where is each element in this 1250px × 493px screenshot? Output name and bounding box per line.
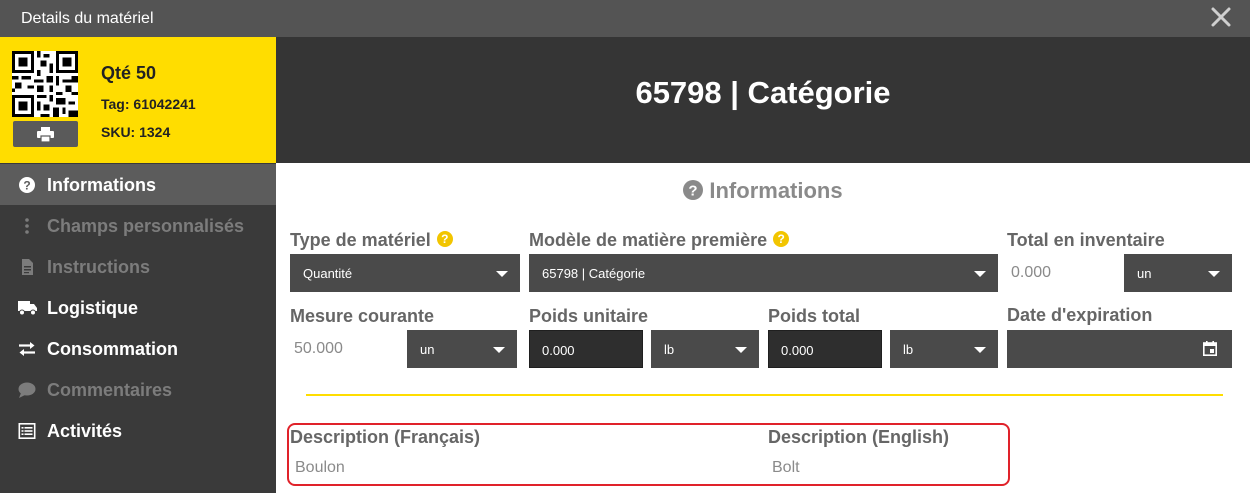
chevron-down-icon bbox=[496, 271, 508, 277]
sidebar-item-label: Consommation bbox=[47, 339, 179, 359]
summary-card: Qté 50 Tag: 61042241 SKU: 1324 bbox=[0, 37, 276, 163]
vertical-dots-icon bbox=[25, 218, 29, 234]
mesure-courante-unit: un bbox=[420, 342, 435, 357]
page-header: 65798 | Catégorie bbox=[276, 37, 1250, 163]
sidebar-item-instructions[interactable]: Instructions bbox=[0, 246, 276, 287]
sidebar-item-label: Commentaires bbox=[47, 380, 173, 400]
quantity-label: Qté 50 bbox=[101, 63, 157, 83]
mesure-courante-value: 50.000 bbox=[294, 340, 343, 357]
question-circle-icon: ? bbox=[19, 177, 35, 193]
chevron-down-icon bbox=[974, 347, 986, 353]
printer-icon bbox=[37, 127, 54, 142]
help-icon[interactable]: ? bbox=[773, 231, 790, 247]
question-circle-icon: ? bbox=[683, 180, 704, 200]
window-titlebar: Details du matériel bbox=[0, 0, 1250, 37]
qr-code-icon bbox=[12, 51, 78, 117]
description-en-field[interactable]: Bolt bbox=[772, 459, 800, 477]
sidebar-item-champs-personnalises[interactable]: Champs personnalisés bbox=[0, 205, 276, 246]
exchange-arrows-icon bbox=[19, 342, 35, 356]
tag-label: Tag: 61042241 bbox=[101, 96, 196, 112]
poids-total-input[interactable]: 0.000 bbox=[768, 330, 882, 368]
description-fr-field[interactable]: Boulon bbox=[295, 459, 345, 477]
page-title: 65798 | Catégorie bbox=[635, 75, 891, 110]
date-expiration-label: Date d'expiration bbox=[1007, 305, 1153, 325]
description-en-label: Description (English) bbox=[768, 427, 950, 447]
comment-icon bbox=[18, 382, 36, 398]
date-expiration-input[interactable] bbox=[1007, 330, 1232, 368]
sidebar-item-label: Informations bbox=[47, 175, 157, 195]
poids-total-value: 0.000 bbox=[781, 343, 814, 358]
details-panel: ? Informations Type de matériel? Modèle … bbox=[276, 163, 1250, 493]
calendar-icon[interactable] bbox=[1203, 341, 1217, 356]
total-inventaire-label: Total en inventaire bbox=[1007, 230, 1165, 250]
chevron-down-icon bbox=[735, 347, 747, 353]
sidebar-item-informations[interactable]: ? Informations bbox=[0, 164, 276, 205]
sidebar-item-consommation[interactable]: Consommation bbox=[0, 328, 276, 369]
type-materiel-label: Type de matériel? bbox=[290, 230, 453, 251]
sidebar-item-commentaires[interactable]: Commentaires bbox=[0, 369, 276, 410]
chevron-down-icon bbox=[493, 347, 505, 353]
sidebar: Qté 50 Tag: 61042241 SKU: 1324 ? Informa… bbox=[0, 37, 276, 493]
poids-unitaire-unit: lb bbox=[664, 342, 675, 357]
modele-matiere-value: 65798 | Catégorie bbox=[542, 266, 646, 281]
help-icon[interactable]: ? bbox=[436, 231, 453, 247]
total-inventaire-value: 0.000 bbox=[1011, 264, 1052, 281]
svg-text:?: ? bbox=[23, 179, 30, 193]
poids-total-unit-select[interactable]: lb bbox=[890, 330, 998, 368]
chevron-down-icon bbox=[974, 271, 986, 277]
type-materiel-select[interactable]: Quantité bbox=[290, 254, 520, 292]
type-materiel-label-text: Type de matériel bbox=[290, 230, 431, 250]
sidebar-item-label: Activités bbox=[47, 421, 123, 441]
section-title: ? Informations bbox=[276, 178, 1250, 204]
total-inventaire-unit: un bbox=[1137, 266, 1152, 281]
truck-icon bbox=[18, 301, 37, 316]
mesure-courante-unit-select[interactable]: un bbox=[407, 330, 517, 368]
sidebar-item-label: Instructions bbox=[47, 257, 151, 277]
modele-matiere-label: Modèle de matière première? bbox=[529, 230, 790, 251]
close-icon[interactable] bbox=[1210, 6, 1232, 28]
total-inventaire-unit-select[interactable]: un bbox=[1124, 254, 1232, 292]
modele-matiere-select[interactable]: 65798 | Catégorie bbox=[529, 254, 998, 292]
document-icon bbox=[22, 259, 33, 275]
poids-total-unit: lb bbox=[903, 342, 914, 357]
modele-matiere-label-text: Modèle de matière première bbox=[529, 230, 768, 250]
chevron-down-icon bbox=[1208, 271, 1220, 277]
description-fr-label: Description (Français) bbox=[290, 427, 481, 447]
poids-unitaire-value: 0.000 bbox=[542, 343, 575, 358]
sidebar-item-label: Champs personnalisés bbox=[47, 216, 245, 236]
sidebar-item-activites[interactable]: Activités bbox=[0, 410, 276, 451]
poids-unitaire-input[interactable]: 0.000 bbox=[529, 330, 643, 368]
section-divider bbox=[306, 394, 1223, 396]
sidebar-menu: ? Informations Champs personnalisés Inst… bbox=[0, 164, 276, 451]
mesure-courante-label: Mesure courante bbox=[290, 306, 435, 326]
window-title: Details du matériel bbox=[21, 10, 154, 27]
sidebar-item-label: Logistique bbox=[47, 298, 138, 318]
poids-total-label: Poids total bbox=[768, 306, 861, 326]
sku-label: SKU: 1324 bbox=[101, 124, 171, 140]
poids-unitaire-unit-select[interactable]: lb bbox=[651, 330, 759, 368]
svg-text:?: ? bbox=[689, 183, 698, 200]
print-button[interactable] bbox=[13, 121, 78, 147]
type-materiel-value: Quantité bbox=[303, 266, 353, 281]
poids-unitaire-label: Poids unitaire bbox=[529, 306, 649, 326]
section-title-text: Informations bbox=[709, 178, 843, 203]
sidebar-item-logistique[interactable]: Logistique bbox=[0, 287, 276, 328]
list-icon bbox=[18, 423, 36, 439]
